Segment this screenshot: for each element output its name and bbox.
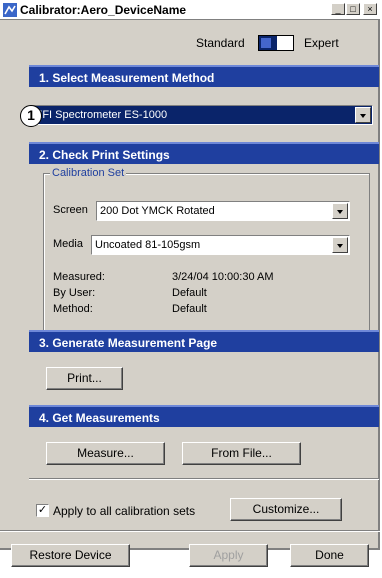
screen-label: Screen [53,204,88,216]
maximize-button[interactable]: □ [346,3,360,15]
section-1-header: 1. Select Measurement Method [29,65,379,87]
measure-button[interactable]: Measure... [46,442,165,465]
screen-select[interactable]: 200 Dot YMCK Rotated [96,201,350,221]
by-user-label: By User: [53,287,96,299]
chevron-down-icon[interactable] [355,107,371,123]
footer-separator [0,530,380,532]
mode-switch: Standard Expert [196,35,356,51]
measured-value: 3/24/04 10:00:30 AM [172,271,274,283]
calibrator-app-icon [3,3,17,17]
close-button[interactable]: × [363,3,377,15]
section-3-header: 3. Generate Measurement Page [29,330,379,352]
by-user-value: Default [172,287,207,299]
toggle-knob-icon [259,36,277,50]
section-4-header: 4. Get Measurements [29,405,379,427]
method-label: Method: [53,303,93,315]
measurement-method-value: EFI Spectrometer ES-1000 [35,109,168,121]
apply-all-checkbox[interactable]: ✓ [36,504,49,517]
window-title: Calibrator:Aero_DeviceName [20,3,187,17]
media-label: Media [53,238,83,250]
section-2-panel: Calibration Set Screen 200 Dot YMCK Rota… [29,164,379,332]
title-bar[interactable]: Calibrator:Aero_DeviceName _ □ × [0,0,380,20]
done-button[interactable]: Done [290,544,369,567]
calibration-set-title: Calibration Set [50,167,127,179]
from-file-button[interactable]: From File... [182,442,301,465]
restore-device-button[interactable]: Restore Device [11,544,130,567]
apply-button[interactable]: Apply [189,544,268,567]
print-button[interactable]: Print... [46,367,123,390]
minimize-button[interactable]: _ [331,3,345,15]
section-4-panel: Measure... From File... [29,427,379,474]
expert-mode-label[interactable]: Expert [304,36,339,50]
section-2-header: 2. Check Print Settings [29,142,379,164]
calibrator-window: Calibrator:Aero_DeviceName _ □ × Standar… [0,0,380,567]
separator [29,478,379,480]
chevron-down-icon[interactable] [332,237,348,253]
mode-toggle[interactable] [258,35,294,51]
calibration-set-group: Calibration Set Screen 200 Dot YMCK Rota… [43,167,370,332]
method-value: Default [172,303,207,315]
media-value: Uncoated 81-105gsm [95,239,201,251]
screen-value: 200 Dot YMCK Rotated [100,205,215,217]
section-1-panel: EFI Spectrometer ES-1000 [29,87,379,142]
measured-label: Measured: [53,271,105,283]
callout-marker: 1 [20,105,42,127]
apply-all-label[interactable]: Apply to all calibration sets [53,504,195,518]
customize-button[interactable]: Customize... [230,498,342,521]
section-3-panel: Print... [29,352,379,401]
media-select[interactable]: Uncoated 81-105gsm [91,235,350,255]
chevron-down-icon[interactable] [332,203,348,219]
measurement-method-select[interactable]: EFI Spectrometer ES-1000 [31,105,373,125]
standard-mode-label[interactable]: Standard [196,36,245,50]
